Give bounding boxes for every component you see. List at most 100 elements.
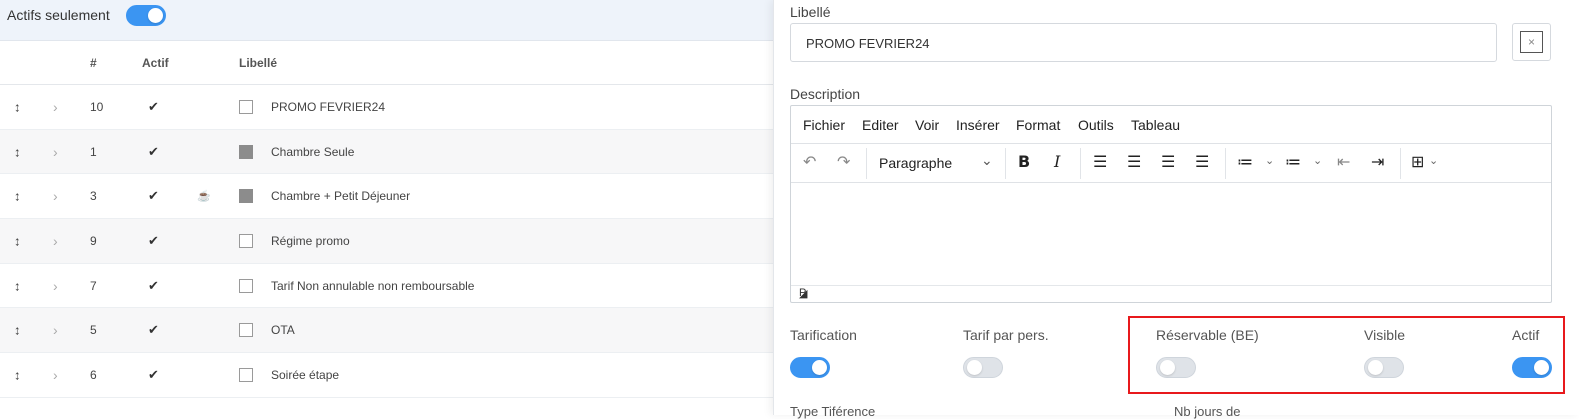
color-swatch: [239, 278, 253, 293]
tarif-par-pers-toggle[interactable]: [963, 357, 1003, 378]
align-left-icon[interactable]: ☰: [1093, 152, 1107, 172]
align-right-icon[interactable]: ☰: [1161, 152, 1175, 172]
chevron-down-icon[interactable]: ⌄: [1313, 154, 1322, 167]
libelle-label: Libellé: [790, 4, 831, 20]
color-swatch: [239, 367, 253, 382]
tarif-par-pers-label: Tarif par pers.: [963, 327, 1049, 343]
description-label: Description: [790, 86, 861, 102]
row-number: 7: [90, 278, 97, 293]
menu-voir[interactable]: Voir: [915, 117, 939, 133]
menu-outils[interactable]: Outils: [1078, 117, 1114, 133]
editor-toolbar: ↶ ↷ Paragraphe ⌄ B I ☰ ☰ ☰ ☰ ≔ ⌄ ≔ ⌄ ⇤ ⇥…: [791, 144, 1551, 183]
check-icon: ✔: [148, 277, 159, 293]
row-label: Chambre + Petit Déjeuner: [271, 189, 411, 204]
breakfast-icon: ☕: [197, 190, 211, 203]
block-format-select[interactable]: Paragraphe: [879, 155, 952, 171]
undo-icon[interactable]: ↶: [803, 152, 816, 172]
table-row[interactable]: ↕ › 3 ✔ ☕ Chambre + Petit Déjeuner: [0, 174, 773, 220]
table-header: # Actif Libellé: [0, 41, 773, 85]
align-justify-icon[interactable]: ☰: [1195, 152, 1209, 172]
active-only-label: Actifs seulement: [7, 7, 110, 23]
check-icon: ✔: [148, 188, 159, 204]
row-label: Soirée étape: [271, 367, 340, 382]
editor-menubar: Fichier Editer Voir Insérer Format Outil…: [791, 106, 1551, 144]
bold-icon[interactable]: B: [1018, 152, 1030, 171]
drag-handle-icon[interactable]: ↕: [14, 189, 21, 204]
type-label: Type Tiférence: [790, 404, 876, 419]
table-body: ↕ › 10 ✔ PROMO FEVRIER24 ↕ › 1 ✔ Chambre…: [0, 85, 773, 398]
rich-text-editor: Fichier Editer Voir Insérer Format Outil…: [790, 105, 1552, 303]
row-label: PROMO FEVRIER24: [271, 99, 386, 114]
visible-toggle[interactable]: [1364, 357, 1404, 378]
drag-handle-icon[interactable]: ↕: [14, 144, 21, 159]
expand-chevron-icon[interactable]: ›: [53, 278, 58, 294]
redo-icon[interactable]: ↷: [837, 152, 850, 172]
expand-chevron-icon[interactable]: ›: [53, 144, 58, 160]
table-row[interactable]: ↕ › 10 ✔ PROMO FEVRIER24: [0, 85, 773, 130]
actif-toggle[interactable]: [1512, 357, 1552, 378]
row-number: 5: [90, 323, 97, 338]
drag-handle-icon[interactable]: ↕: [14, 323, 21, 338]
row-number: 9: [90, 233, 97, 248]
menu-tableau[interactable]: Tableau: [1131, 117, 1180, 133]
reservable-toggle[interactable]: [1156, 357, 1196, 378]
expand-chevron-icon[interactable]: ›: [53, 99, 58, 115]
header-active: Actif: [142, 56, 169, 70]
bullet-list-icon[interactable]: ≔: [1237, 152, 1253, 172]
table-row[interactable]: ↕ › 6 ✔ Soirée étape: [0, 353, 773, 398]
check-icon: ✔: [148, 232, 159, 248]
menu-fichier[interactable]: Fichier: [803, 117, 845, 133]
menu-editer[interactable]: Editer: [862, 117, 899, 133]
row-label: Régime promo: [271, 233, 350, 248]
check-icon: ✔: [148, 98, 159, 114]
visible-label: Visible: [1364, 327, 1405, 343]
tarification-toggle[interactable]: [790, 357, 830, 378]
color-swatch: [239, 189, 253, 204]
libelle-input[interactable]: PROMO FEVRIER24: [790, 23, 1497, 62]
menu-inserer[interactable]: Insérer: [956, 117, 1000, 133]
color-swatch: [239, 323, 253, 338]
reservable-label: Réservable (BE): [1156, 327, 1259, 343]
drag-handle-icon[interactable]: ↕: [14, 233, 21, 248]
nb-jours-label: Nb jours de: [1174, 404, 1241, 419]
drag-handle-icon[interactable]: ↕: [14, 278, 21, 293]
table-icon[interactable]: ⊞: [1411, 152, 1424, 172]
drag-handle-icon[interactable]: ↕: [14, 367, 21, 382]
indent-icon[interactable]: ⇥: [1371, 152, 1384, 172]
expand-chevron-icon[interactable]: ›: [53, 367, 58, 383]
table-row[interactable]: ↕ › 1 ✔ Chambre Seule: [0, 129, 773, 175]
numbered-list-icon[interactable]: ≔: [1285, 152, 1301, 172]
resize-handle-icon[interactable]: ◢: [799, 287, 1550, 301]
italic-icon[interactable]: I: [1054, 152, 1060, 171]
menu-format[interactable]: Format: [1016, 117, 1060, 133]
row-number: 6: [90, 367, 97, 382]
row-label: OTA: [271, 323, 295, 338]
check-icon: ✔: [148, 366, 159, 382]
chevron-down-icon[interactable]: ⌄: [981, 152, 993, 169]
row-number: 3: [90, 189, 97, 204]
color-swatch: [239, 144, 253, 159]
drag-handle-icon[interactable]: ↕: [14, 99, 21, 114]
header-number: #: [90, 56, 97, 70]
header-label: Libellé: [239, 56, 278, 70]
close-icon: ×: [1520, 31, 1543, 53]
row-label: Chambre Seule: [271, 144, 355, 159]
color-swatch: [239, 233, 253, 248]
actif-label: Actif: [1512, 327, 1540, 343]
close-button[interactable]: ×: [1512, 23, 1551, 61]
check-icon: ✔: [148, 322, 159, 338]
row-label: Tarif Non annulable non remboursable: [271, 278, 475, 293]
chevron-down-icon[interactable]: ⌄: [1429, 154, 1438, 167]
active-only-toggle[interactable]: [126, 5, 166, 26]
chevron-down-icon[interactable]: ⌄: [1265, 154, 1274, 167]
expand-chevron-icon[interactable]: ›: [53, 188, 58, 204]
expand-chevron-icon[interactable]: ›: [53, 322, 58, 338]
row-number: 1: [90, 144, 97, 159]
editor-statusbar: P ◢: [791, 285, 1551, 302]
expand-chevron-icon[interactable]: ›: [53, 233, 58, 249]
table-row[interactable]: ↕ › 9 ✔ Régime promo: [0, 219, 773, 264]
table-row[interactable]: ↕ › 7 ✔ Tarif Non annulable non rembours…: [0, 264, 773, 309]
align-center-icon[interactable]: ☰: [1127, 152, 1141, 172]
table-row[interactable]: ↕ › 5 ✔ OTA: [0, 308, 773, 354]
outdent-icon[interactable]: ⇤: [1337, 152, 1350, 172]
